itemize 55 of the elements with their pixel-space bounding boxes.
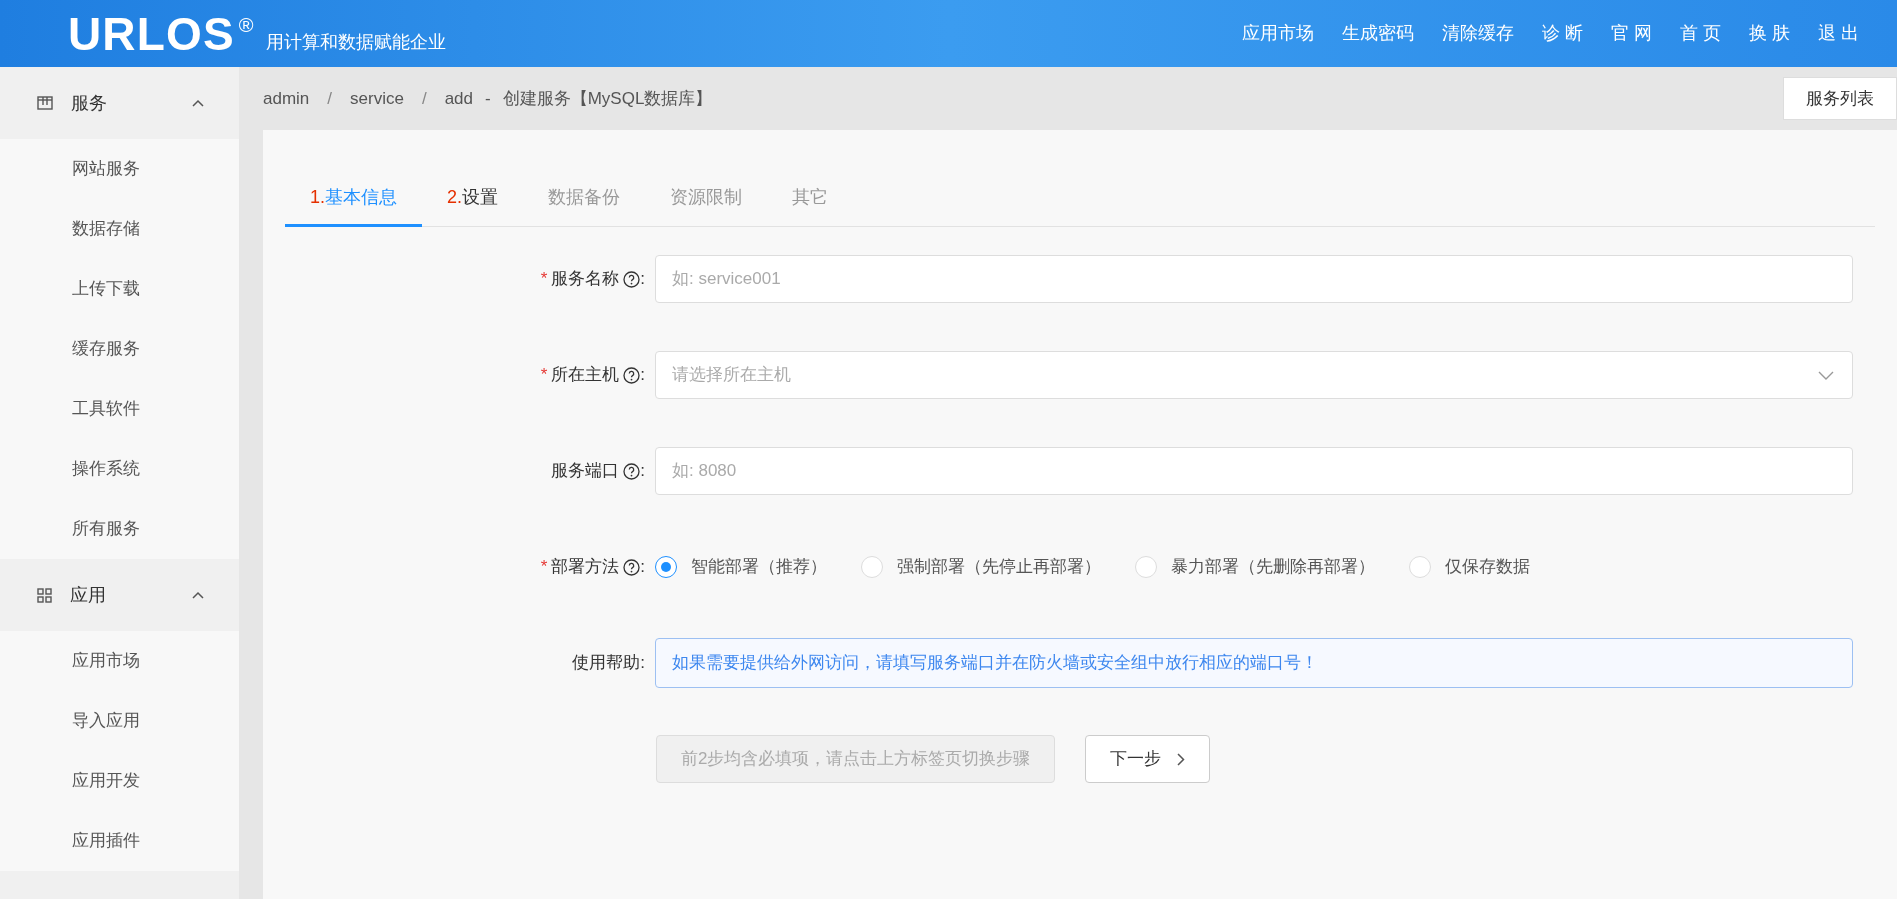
chevron-up-icon[interactable] [192,99,204,107]
radio-option[interactable]: 智能部署（推荐） [655,554,827,580]
label-colon: : [640,364,645,387]
page-title: 创建服务【MySQL数据库】 [502,87,713,110]
breadcrumb-link[interactable]: admin [263,85,310,112]
label-colon: : [640,268,645,291]
field-label: 部署方法 [551,556,620,579]
grid-icon [37,587,52,603]
sidebar-item[interactable]: 网站服务 [0,139,239,199]
chevron-right-icon [1177,752,1186,766]
label-colon: : [640,556,645,579]
sidebar-group-header[interactable]: 应用 [0,559,239,631]
window-icon [37,96,53,110]
sidebar-item[interactable]: 数据存储 [0,199,239,259]
tab[interactable]: 1.基本信息 [285,170,422,227]
field-label: 使用帮助 [572,652,641,675]
sidebar-group-header[interactable]: 服务 [0,67,239,139]
radio-button[interactable] [655,556,677,578]
field-label: 服务端口 [551,460,620,483]
sidebar-item[interactable]: 工具软件 [0,379,239,439]
breadcrumb-separator: / [421,87,427,110]
sidebar-item[interactable]: 应用市场 [0,631,239,691]
sidebar-item[interactable]: 导入应用 [0,691,239,751]
label-colon: : [640,652,645,675]
tagline: 用计算和数据赋能企业 [265,31,446,54]
sidebar-item[interactable]: 应用插件 [0,811,239,871]
sidebar-item[interactable]: 缓存服务 [0,319,239,379]
required-asterisk: * [540,268,548,291]
radio-option[interactable]: 仅保存数据 [1409,554,1530,580]
registered-mark: ® [238,13,254,38]
logo: URLOS [68,10,235,57]
field-label: 所在主机 [551,364,620,387]
next-button[interactable]: 下一步 [1085,735,1211,783]
text-input-field[interactable]: 如: service001 [655,255,1853,303]
service-list-button[interactable]: 服务列表 [1783,77,1897,120]
sidebar-item[interactable]: 所有服务 [0,499,239,559]
label-colon: : [640,460,645,483]
sidebar-item[interactable]: 上传下载 [0,259,239,319]
dash: - [485,87,491,110]
radio-option[interactable]: 强制部署（先停止再部署） [861,554,1101,580]
breadcrumb-link[interactable]: service [350,85,404,112]
field-label: 服务名称 [551,268,620,291]
required-asterisk: * [540,556,548,579]
text-input-field[interactable]: 如: 8080 [655,447,1853,495]
required-asterisk: * [540,364,548,387]
chevron-down-icon [1818,370,1834,380]
sidebar-item[interactable]: 操作系统 [0,439,239,499]
breadcrumb-link[interactable]: add [444,85,473,112]
radio-option[interactable]: 暴力部署（先删除再部署） [1135,554,1375,580]
sidebar-item[interactable]: 应用开发 [0,751,239,811]
info-box: 如果需要提供给外网访问，请填写服务端口并在防火墙或安全组中放行相应的端口号！ [655,638,1853,688]
chevron-up-icon[interactable] [192,591,204,599]
breadcrumb-separator: / [327,87,333,110]
tab[interactable]: 2.设置 [422,170,524,227]
nav-link[interactable]: 退 出 [1818,20,1859,47]
